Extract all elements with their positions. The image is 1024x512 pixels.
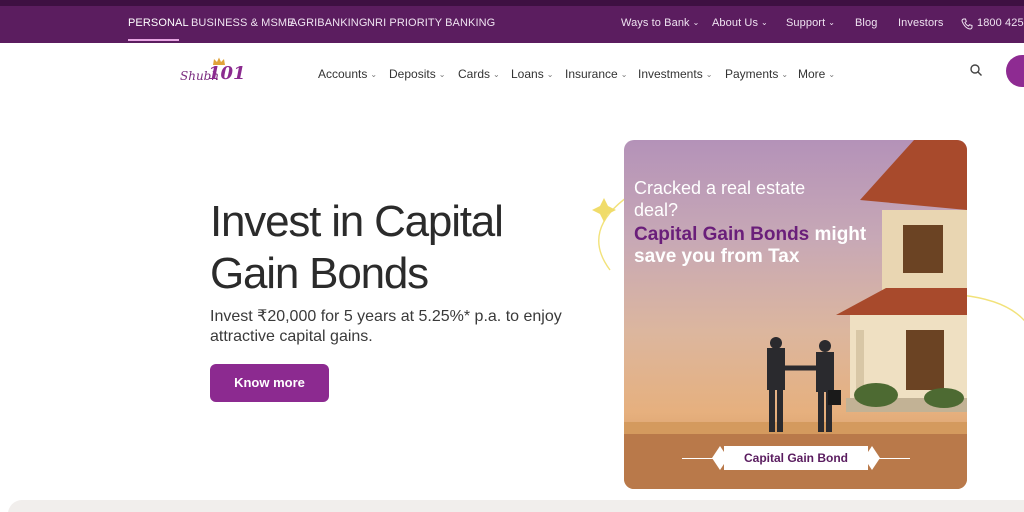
chevron-down-icon: ⌄ — [828, 18, 836, 27]
link-ways-to-bank[interactable]: Ways to Bank ⌄ — [621, 17, 699, 29]
chevron-down-icon: ⌄ — [828, 70, 836, 79]
chevron-down-icon: ⌄ — [692, 18, 700, 27]
know-more-button[interactable]: Know more — [210, 364, 329, 402]
banner-headline: Cracked a real estate deal? — [634, 178, 806, 220]
nav-investments-label: Investments — [638, 67, 703, 81]
tag-divider-right — [870, 458, 910, 459]
phone-icon — [961, 18, 973, 30]
nav-cards-label: Cards — [458, 67, 491, 81]
top-bar: PERSONAL BUSINESS & MSME AGRIBANKING NRI… — [0, 0, 1024, 43]
nav-insurance-label: Insurance — [565, 67, 618, 81]
nav-payments[interactable]: Payments ⌄ — [725, 67, 788, 81]
chevron-down-icon: ⌄ — [781, 70, 789, 79]
bank-logo[interactable]: Shubh 101 — [180, 57, 246, 89]
link-investors[interactable]: Investors — [898, 17, 944, 29]
main-nav: Shubh 101 Accounts ⌄ Deposits ⌄ Cards ⌄ Loa… — [0, 43, 1024, 105]
link-support[interactable]: Support ⌄ — [786, 17, 835, 29]
banner-product-tag: Capital Gain Bond — [724, 446, 868, 470]
hero-title: Invest in Capital Gain Bonds — [210, 196, 590, 300]
nav-accounts-label: Accounts — [318, 67, 368, 81]
promo-banner[interactable]: Cracked a real estate deal? Capital Gain… — [624, 140, 967, 489]
segment-agribanking[interactable]: AGRIBANKING — [290, 17, 368, 29]
nav-loans-label: Loans — [511, 67, 544, 81]
nav-more[interactable]: More ⌄ — [798, 67, 835, 81]
tag-divider-left — [682, 458, 722, 459]
segment-personal[interactable]: PERSONAL — [128, 17, 189, 29]
logo-number: 101 — [208, 63, 246, 84]
chevron-down-icon: ⌄ — [620, 70, 628, 79]
chevron-down-icon: ⌄ — [370, 70, 378, 79]
chevron-down-icon: ⌄ — [493, 70, 500, 79]
chevron-down-icon: ⌄ — [438, 70, 446, 79]
nav-accounts[interactable]: Accounts ⌄ — [318, 67, 377, 81]
nav-more-label: More — [798, 67, 826, 81]
nav-payments-label: Payments — [725, 67, 779, 81]
chevron-down-icon: ⌄ — [546, 70, 554, 79]
hero-title-line1: Invest in Capital — [210, 197, 504, 246]
nav-loans[interactable]: Loans ⌄ — [511, 67, 553, 81]
hero-subtitle: Invest ₹20,000 for 5 years at 5.25%* p.a… — [210, 308, 562, 345]
active-segment-underline — [128, 39, 179, 41]
next-section-strip — [8, 500, 1024, 512]
nav-deposits[interactable]: Deposits ⌄ — [389, 67, 445, 81]
banner-highlight: Capital Gain Bonds — [634, 224, 810, 245]
chevron-down-icon: ⌄ — [761, 18, 768, 27]
search-icon[interactable] — [969, 63, 983, 77]
crown-icon — [213, 57, 225, 65]
banner-tagline: Capital Gain Bonds might save you from T… — [634, 224, 874, 268]
hero-title-line2: Gain Bonds — [210, 249, 429, 298]
link-about-us-label: About Us — [712, 17, 759, 29]
nav-investments[interactable]: Investments ⌄ — [638, 67, 712, 81]
link-ways-to-bank-label: Ways to Bank — [621, 17, 690, 29]
page: PERSONAL BUSINESS & MSME AGRIBANKING NRI… — [0, 0, 1024, 512]
link-blog[interactable]: Blog — [855, 17, 877, 29]
link-support-label: Support — [786, 17, 826, 29]
segment-business-msme[interactable]: BUSINESS & MSME — [191, 17, 295, 29]
nav-deposits-label: Deposits — [389, 67, 436, 81]
link-about-us[interactable]: About Us ⌄ — [712, 17, 768, 29]
chevron-down-icon: ⌄ — [705, 70, 713, 79]
login-button[interactable] — [1006, 55, 1024, 87]
nav-cards[interactable]: Cards ⌄ — [458, 67, 500, 81]
nav-insurance[interactable]: Insurance ⌄ — [565, 67, 627, 81]
segment-nri-priority[interactable]: NRI PRIORITY BANKING — [367, 17, 495, 29]
phone-number[interactable]: 1800 425 14 — [977, 17, 1024, 29]
